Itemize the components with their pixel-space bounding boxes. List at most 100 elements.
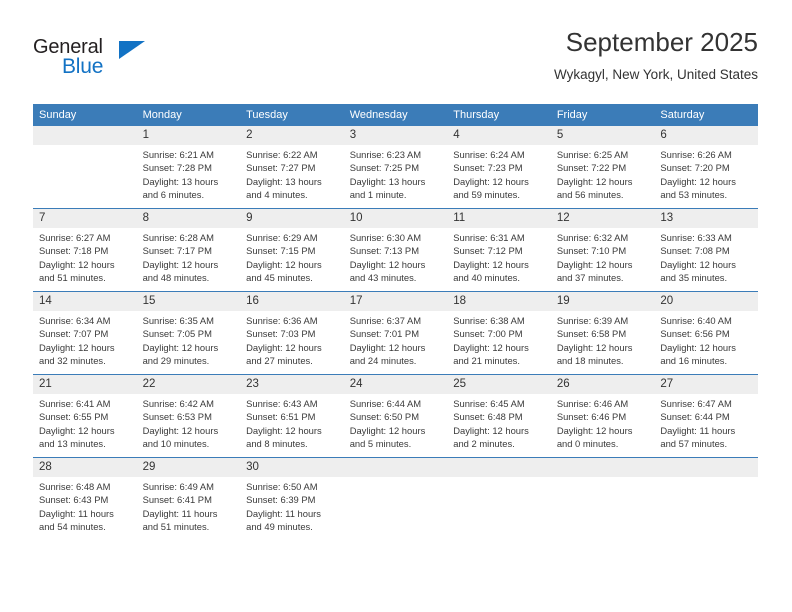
day-number <box>550 458 655 477</box>
calendar-week-row: 1 Sunrise: 6:21 AM Sunset: 7:28 PM Daylight… <box>33 126 758 209</box>
sunrise-text: Sunrise: 6:26 AM <box>660 149 732 160</box>
sunset-text: Sunset: 7:00 PM <box>453 328 523 340</box>
month-calendar: Sunday Monday Tuesday Wednesday Thursday… <box>33 104 758 540</box>
daylight-text: Daylight: 12 hours and 8 minutes. <box>246 424 322 449</box>
calendar-day-cell[interactable]: 11 Sunrise: 6:31 AM Sunset: 7:12 PM Dayligh… <box>447 208 551 292</box>
day-details: Sunrise: 6:29 AM Sunset: 7:15 PM Daylight:… <box>240 228 344 284</box>
day-number: 30 <box>240 458 344 477</box>
calendar-day-cell[interactable]: 19 Sunrise: 6:39 AM Sunset: 6:58 PM Dayligh… <box>550 291 655 375</box>
day-cell-content <box>550 458 655 540</box>
sunset-text: Sunset: 7:15 PM <box>246 245 316 257</box>
calendar-day-cell[interactable]: 2 Sunrise: 6:22 AM Sunset: 7:27 PM Daylight… <box>240 126 344 209</box>
sunset-text: Sunset: 7:03 PM <box>246 328 316 340</box>
day-cell-content: 9 Sunrise: 6:29 AM Sunset: 7:15 PM Daylight… <box>240 209 344 291</box>
calendar-header-row: Sunday Monday Tuesday Wednesday Thursday… <box>33 104 758 126</box>
calendar-day-cell[interactable]: 17 Sunrise: 6:37 AM Sunset: 7:01 PM Dayligh… <box>343 291 448 375</box>
calendar-body: 1 Sunrise: 6:21 AM Sunset: 7:28 PM Daylight… <box>33 126 758 540</box>
sunrise-text: Sunrise: 6:31 AM <box>453 232 525 243</box>
day-number: 27 <box>654 375 758 394</box>
sunrise-text: Sunrise: 6:42 AM <box>142 398 214 409</box>
day-details: Sunrise: 6:31 AM Sunset: 7:12 PM Daylight:… <box>447 228 551 284</box>
calendar-day-cell[interactable]: 27 Sunrise: 6:47 AM Sunset: 6:44 PM Dayligh… <box>654 374 758 458</box>
calendar-day-cell[interactable]: 30 Sunrise: 6:50 AM Sunset: 6:39 PM Dayligh… <box>240 457 344 540</box>
calendar-day-cell[interactable]: 21 Sunrise: 6:41 AM Sunset: 6:55 PM Dayligh… <box>33 374 137 458</box>
calendar-day-cell[interactable]: 24 Sunrise: 6:44 AM Sunset: 6:50 PM Dayligh… <box>343 374 448 458</box>
day-details: Sunrise: 6:25 AM Sunset: 7:22 PM Daylight:… <box>551 145 655 201</box>
calendar-day-cell[interactable]: 22 Sunrise: 6:42 AM Sunset: 6:53 PM Dayligh… <box>136 374 241 458</box>
day-number: 10 <box>343 209 448 228</box>
daylight-text: Daylight: 13 hours and 4 minutes. <box>246 175 322 200</box>
calendar-day-cell[interactable]: 29 Sunrise: 6:49 AM Sunset: 6:41 PM Dayligh… <box>136 457 241 540</box>
sunset-text: Sunset: 7:05 PM <box>142 328 212 340</box>
calendar-day-cell[interactable]: 1 Sunrise: 6:21 AM Sunset: 7:28 PM Daylight… <box>136 126 241 209</box>
day-number: 29 <box>136 458 241 477</box>
day-cell-content <box>33 126 137 208</box>
sunset-text: Sunset: 6:58 PM <box>556 328 627 340</box>
sunset-text: Sunset: 7:28 PM <box>142 162 212 174</box>
day-cell-content: 3 Sunrise: 6:23 AM Sunset: 7:25 PM Daylight… <box>343 126 448 208</box>
calendar-day-cell[interactable]: 6 Sunrise: 6:26 AM Sunset: 7:20 PM Daylight… <box>654 126 758 209</box>
sunrise-text: Sunrise: 6:49 AM <box>142 481 214 492</box>
sunset-text: Sunset: 7:01 PM <box>349 328 419 340</box>
calendar-day-cell[interactable]: 25 Sunrise: 6:45 AM Sunset: 6:48 PM Dayligh… <box>447 374 551 458</box>
calendar-day-cell[interactable]: 23 Sunrise: 6:43 AM Sunset: 6:51 PM Dayligh… <box>240 374 344 458</box>
calendar-day-cell[interactable]: 16 Sunrise: 6:36 AM Sunset: 7:03 PM Dayligh… <box>240 291 344 375</box>
daylight-text: Daylight: 12 hours and 29 minutes. <box>142 341 219 366</box>
weekday-header-tuesday: Tuesday <box>240 104 344 126</box>
calendar-week-row: 28 Sunrise: 6:48 AM Sunset: 6:43 PM Dayligh… <box>33 457 758 540</box>
sunset-text: Sunset: 6:39 PM <box>246 494 316 506</box>
sunset-text: Sunset: 7:12 PM <box>453 245 523 257</box>
calendar-day-cell[interactable]: 18 Sunrise: 6:38 AM Sunset: 7:00 PM Dayligh… <box>447 291 551 375</box>
day-number: 24 <box>343 375 448 394</box>
calendar-day-cell[interactable]: 13 Sunrise: 6:33 AM Sunset: 7:08 PM Dayligh… <box>654 208 758 292</box>
day-details: Sunrise: 6:41 AM Sunset: 6:55 PM Daylight:… <box>33 394 137 450</box>
calendar-day-cell[interactable]: 8 Sunrise: 6:28 AM Sunset: 7:17 PM Daylight… <box>136 208 241 292</box>
calendar-day-cell[interactable]: 15 Sunrise: 6:35 AM Sunset: 7:05 PM Dayligh… <box>136 291 241 375</box>
sunrise-text: Sunrise: 6:30 AM <box>349 232 422 243</box>
day-number <box>33 126 137 145</box>
calendar-day-cell[interactable]: 4 Sunrise: 6:24 AM Sunset: 7:23 PM Daylight… <box>447 126 551 209</box>
page-header: General Blue September 2025 Wykagyl, New… <box>0 0 792 100</box>
day-cell-content <box>654 458 758 540</box>
weekday-header-sunday: Sunday <box>33 104 137 126</box>
calendar-day-cell[interactable]: 26 Sunrise: 6:46 AM Sunset: 6:46 PM Dayligh… <box>550 374 655 458</box>
day-cell-content: 10 Sunrise: 6:30 AM Sunset: 7:13 PM Dayligh… <box>343 209 448 291</box>
sunrise-text: Sunrise: 6:43 AM <box>246 398 318 409</box>
weekday-header-monday: Monday <box>136 104 241 126</box>
day-details: Sunrise: 6:50 AM Sunset: 6:39 PM Daylight:… <box>240 477 344 533</box>
calendar-day-cell[interactable]: 5 Sunrise: 6:25 AM Sunset: 7:22 PM Daylight… <box>550 126 655 209</box>
day-number: 2 <box>240 126 344 145</box>
day-cell-content: 28 Sunrise: 6:48 AM Sunset: 6:43 PM Dayligh… <box>33 458 137 540</box>
calendar-day-cell[interactable]: 12 Sunrise: 6:32 AM Sunset: 7:10 PM Dayligh… <box>550 208 655 292</box>
general-blue-logo[interactable]: General Blue <box>33 36 213 82</box>
day-cell-content: 23 Sunrise: 6:43 AM Sunset: 6:51 PM Dayligh… <box>240 375 344 457</box>
calendar-day-cell[interactable]: 3 Sunrise: 6:23 AM Sunset: 7:25 PM Daylight… <box>343 126 448 209</box>
daylight-text: Daylight: 12 hours and 32 minutes. <box>39 341 115 366</box>
daylight-text: Daylight: 12 hours and 5 minutes. <box>349 424 426 449</box>
day-number: 17 <box>343 292 448 311</box>
calendar-day-cell[interactable]: 28 Sunrise: 6:48 AM Sunset: 6:43 PM Dayligh… <box>33 457 137 540</box>
calendar-day-cell[interactable]: 14 Sunrise: 6:34 AM Sunset: 7:07 PM Dayligh… <box>33 291 137 375</box>
day-details: Sunrise: 6:42 AM Sunset: 6:53 PM Daylight:… <box>137 394 241 450</box>
sunset-text: Sunset: 6:50 PM <box>349 411 419 423</box>
calendar-day-cell[interactable]: 9 Sunrise: 6:29 AM Sunset: 7:15 PM Daylight… <box>240 208 344 292</box>
sunrise-text: Sunrise: 6:27 AM <box>39 232 111 243</box>
day-number: 25 <box>447 375 551 394</box>
sunset-text: Sunset: 6:51 PM <box>246 411 316 423</box>
calendar-day-cell[interactable]: 10 Sunrise: 6:30 AM Sunset: 7:13 PM Dayligh… <box>343 208 448 292</box>
day-cell-content: 19 Sunrise: 6:39 AM Sunset: 6:58 PM Dayligh… <box>550 292 655 374</box>
sunrise-text: Sunrise: 6:37 AM <box>349 315 422 326</box>
calendar-day-cell[interactable]: 7 Sunrise: 6:27 AM Sunset: 7:18 PM Daylight… <box>33 208 137 292</box>
daylight-text: Daylight: 13 hours and 1 minute. <box>349 175 426 200</box>
day-details: Sunrise: 6:44 AM Sunset: 6:50 PM Daylight:… <box>344 394 448 450</box>
calendar-day-cell[interactable]: 20 Sunrise: 6:40 AM Sunset: 6:56 PM Dayligh… <box>654 291 758 375</box>
day-cell-content: 2 Sunrise: 6:22 AM Sunset: 7:27 PM Daylight… <box>240 126 344 208</box>
sunset-text: Sunset: 7:18 PM <box>39 245 109 257</box>
daylight-text: Daylight: 12 hours and 18 minutes. <box>556 341 633 366</box>
daylight-text: Daylight: 13 hours and 6 minutes. <box>142 175 219 200</box>
day-cell-content: 29 Sunrise: 6:49 AM Sunset: 6:41 PM Dayligh… <box>136 458 241 540</box>
day-number: 13 <box>654 209 758 228</box>
sunrise-text: Sunrise: 6:44 AM <box>349 398 422 409</box>
sunset-text: Sunset: 7:23 PM <box>453 162 523 174</box>
day-number <box>343 458 448 477</box>
